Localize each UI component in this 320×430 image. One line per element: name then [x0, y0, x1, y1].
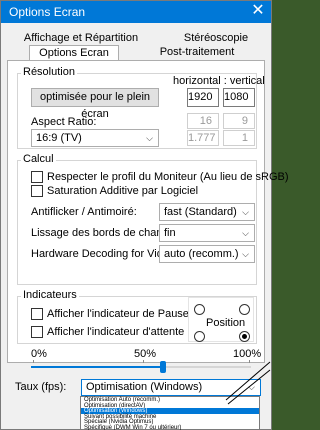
resolution-header: horizontal : vertical	[173, 75, 265, 87]
hwdecode-select[interactable]: auto (recomm.) ⌵	[159, 245, 255, 263]
taux-selected-value: Optimisation (Windows)	[86, 381, 203, 393]
chevron-down-icon: ⌵	[242, 228, 249, 238]
antiflicker-value: fast (Standard)	[164, 206, 237, 218]
width-field[interactable]: 1920	[187, 88, 219, 107]
opacity-slider-thumb[interactable]	[160, 361, 166, 373]
position-top-left-radio[interactable]	[194, 304, 205, 315]
window-title: Options Ecran	[9, 5, 86, 19]
pause-indicator-label: Afficher l'indicateur de Pause	[47, 308, 189, 320]
aspect-ratio-select[interactable]: 16:9 (TV) ⌵	[31, 129, 159, 147]
monitor-profile-label: Respecter le profil du Moniteur (Au lieu…	[47, 171, 289, 183]
indicateurs-group-label: Indicateurs	[21, 289, 79, 301]
aspect-w-field[interactable]: 16	[187, 113, 219, 129]
lissage-value: fin	[164, 227, 176, 239]
callout-arrow	[225, 361, 271, 405]
pause-indicator-checkbox[interactable]	[31, 308, 43, 320]
hwdecode-label: Hardware Decoding for Video:	[31, 248, 179, 260]
position-top-right-radio[interactable]	[239, 304, 250, 315]
antiflicker-select[interactable]: fast (Standard) ⌵	[159, 203, 255, 221]
chevron-down-icon: ⌵	[146, 133, 153, 143]
saturation-label: Saturation Additive par Logiciel	[47, 185, 199, 197]
tab-stereoscopie[interactable]: Stéréoscopie	[176, 31, 256, 46]
antiflicker-label: Antiflicker / Antimoiré:	[31, 206, 137, 218]
chevron-down-icon: ⌵	[242, 249, 249, 259]
position-label: Position	[206, 317, 246, 329]
slider-min-label: 0%	[31, 348, 47, 360]
close-icon[interactable]: ✕	[249, 2, 267, 20]
lissage-select[interactable]: fin ⌵	[159, 224, 255, 242]
height-field[interactable]: 1080	[223, 88, 255, 107]
aspect-ratio-value: 16:9 (TV)	[36, 132, 82, 144]
aspect-ratio-label: Aspect Ratio:	[31, 116, 97, 128]
slider-max-label: 100%	[233, 348, 262, 360]
taux-label: Taux (fps):	[15, 381, 67, 393]
lissage-label: Lissage des bords de champs:	[31, 227, 181, 239]
position-bottom-right-radio[interactable]	[239, 331, 250, 342]
opacity-slider-fill	[31, 366, 163, 368]
chevron-down-icon: ⌵	[242, 207, 249, 217]
calcul-group-label: Calcul	[21, 153, 56, 165]
tab-post-traitement[interactable]: Post-traitement Images	[141, 45, 253, 72]
slider-mid-label: 50%	[134, 348, 157, 360]
position-bottom-left-radio[interactable]	[194, 331, 205, 342]
aspect-h-field[interactable]: 9	[223, 113, 255, 129]
hwdecode-value: auto (recomm.)	[164, 248, 239, 260]
saturation-checkbox[interactable]	[31, 185, 43, 197]
tab-options-ecran[interactable]: Options Ecran	[29, 45, 119, 61]
slider-tick	[143, 360, 144, 363]
title-bar: Options Ecran ✕	[1, 1, 271, 23]
slider-tick	[33, 360, 34, 363]
tab-affichage[interactable]: Affichage et Répartition Ecran:	[21, 31, 141, 58]
resolution-group-label: Résolution	[21, 66, 77, 78]
wait-indicator-checkbox[interactable]	[31, 326, 43, 338]
fullscreen-optimized-button[interactable]: optimisée pour le plein écran	[31, 88, 159, 120]
aspect-one-field[interactable]: 1	[223, 130, 255, 146]
aspect-ratio-value-field[interactable]: 1.777	[187, 130, 219, 146]
monitor-profile-checkbox[interactable]	[31, 171, 43, 183]
wait-indicator-label: Afficher l'indicateur d'attente	[47, 326, 185, 338]
